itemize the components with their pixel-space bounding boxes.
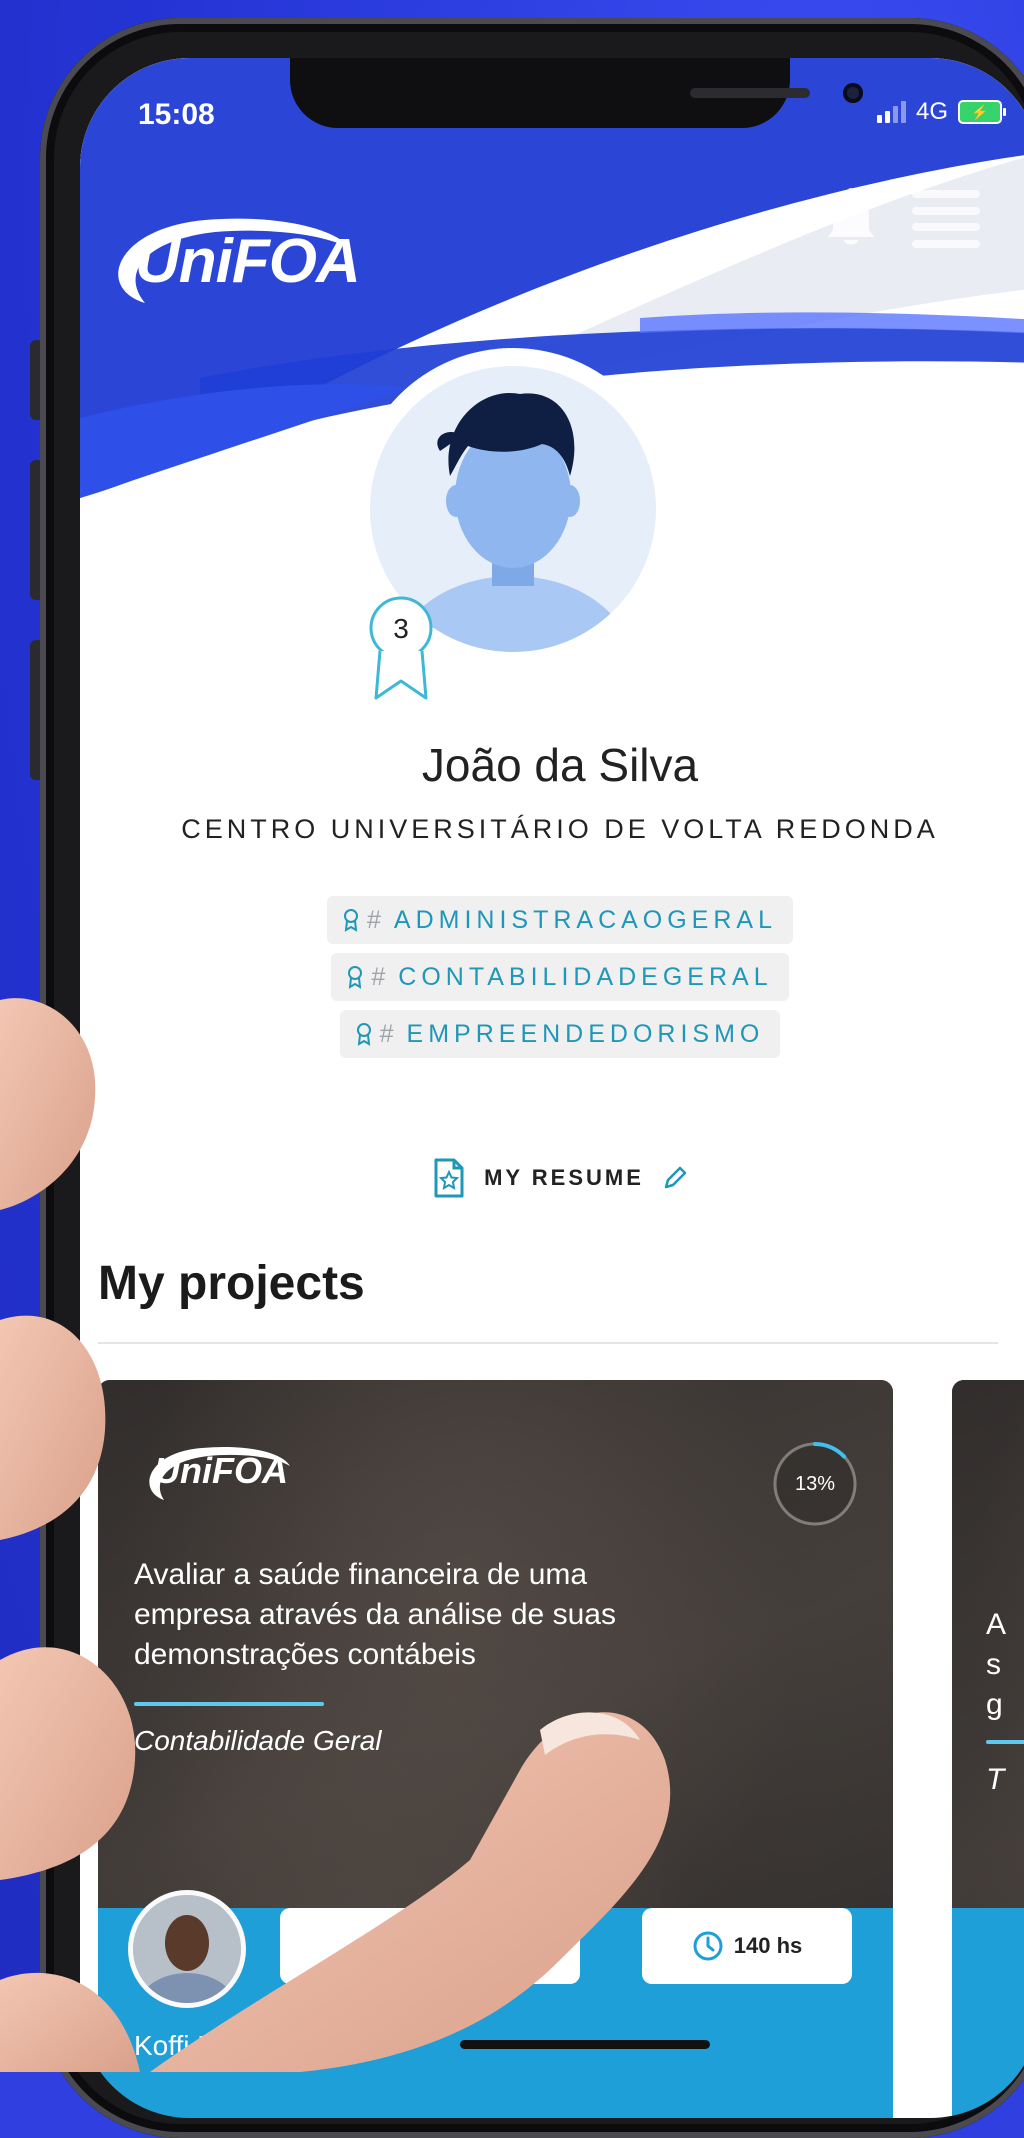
tag-label: ADMINISTRACAOGERAL xyxy=(393,905,777,934)
clock-icon xyxy=(693,1931,723,1961)
resume-document-icon xyxy=(434,1158,464,1198)
skill-tag[interactable]: # ADMINISTRACAOGERAL xyxy=(326,896,793,944)
award-ribbon-icon: 3 xyxy=(369,596,433,700)
my-projects-title: My projects xyxy=(98,1257,365,1310)
section-divider xyxy=(98,1342,998,1344)
title-accent-line xyxy=(134,1702,324,1706)
brand-logo[interactable]: UniFOA xyxy=(105,208,361,322)
profile-name: João da Silva xyxy=(421,739,699,791)
card-brand-logo: UniFOA xyxy=(142,1440,292,1510)
signal-icon xyxy=(876,101,906,123)
group-chip-label: GR xyxy=(410,1933,450,1958)
author-avatar[interactable] xyxy=(128,1890,246,2008)
project-category: Contabilidade Geral xyxy=(134,1725,382,1756)
tag-hash: # xyxy=(379,1019,399,1048)
brand-logo-text: UniFOA xyxy=(135,227,361,296)
tag-label: CONTABILIDADEGERAL xyxy=(398,962,773,991)
profile-institution: CENTRO UNIVERSITÁRIO DE VOLTA REDONDA xyxy=(181,814,939,844)
project-card[interactable]: UniFOA 13% Avaliar a saúde financeira de… xyxy=(98,1380,893,2118)
group-chip[interactable]: GR xyxy=(280,1908,580,1984)
award-icon xyxy=(343,909,358,932)
card-footer xyxy=(952,1908,1024,2118)
hamburger-menu-icon[interactable] xyxy=(912,190,980,248)
notch xyxy=(290,58,863,128)
project-category: T xyxy=(986,1763,1005,1796)
battery-icon: ⚡ xyxy=(958,100,1006,124)
progress-label: 13% xyxy=(794,1473,836,1495)
project-title-line: g xyxy=(986,1688,1003,1721)
status-indicators: 4G ⚡ xyxy=(876,98,1006,126)
title-accent-line xyxy=(986,1740,1024,1744)
tag-hash: # xyxy=(366,905,386,934)
my-resume-link[interactable]: MY RESUME xyxy=(80,1158,1024,1198)
project-card[interactable]: A s g T xyxy=(952,1380,1024,2118)
status-time: 15:08 xyxy=(138,98,215,131)
skill-tag[interactable]: # CONTABILIDADEGERAL xyxy=(331,953,789,1001)
skill-tag[interactable]: # EMPREENDEDORISMO xyxy=(339,1010,781,1058)
phone-screen: 15:08 4G ⚡ UniFOA 3 João da Silva CENTRO… xyxy=(80,58,1024,2118)
author-photo-icon xyxy=(133,1895,241,2003)
level-badge: 3 xyxy=(366,593,436,703)
author-name: Koffi Djima A xyxy=(134,2030,294,2061)
speaker-grille xyxy=(690,88,810,98)
notification-bell-icon[interactable] xyxy=(825,188,877,248)
project-title-line: s xyxy=(986,1648,1001,1681)
home-indicator[interactable] xyxy=(460,2040,710,2049)
level-number: 3 xyxy=(393,613,409,644)
my-resume-label: MY RESUME xyxy=(484,1165,644,1190)
front-camera xyxy=(843,83,863,103)
progress-ring: 13% xyxy=(771,1440,859,1528)
project-title-line: A xyxy=(986,1608,1007,1641)
skill-tags: # ADMINISTRACAOGERAL # CONTABILIDADEGERAL … xyxy=(80,896,1024,1058)
card-brand-text: UniFOA xyxy=(154,1450,288,1491)
network-label: 4G xyxy=(915,98,948,125)
award-icon xyxy=(356,1023,371,1046)
hours-label: 140 hs xyxy=(733,1933,803,1958)
project-title: Avaliar a saúde financeira de uma empres… xyxy=(134,1558,616,1671)
edit-pencil-icon[interactable] xyxy=(662,1165,688,1191)
tag-hash: # xyxy=(371,962,391,991)
hours-chip: 140 hs xyxy=(642,1908,852,1984)
tag-label: EMPREENDEDORISMO xyxy=(406,1019,765,1048)
award-icon xyxy=(348,966,363,989)
